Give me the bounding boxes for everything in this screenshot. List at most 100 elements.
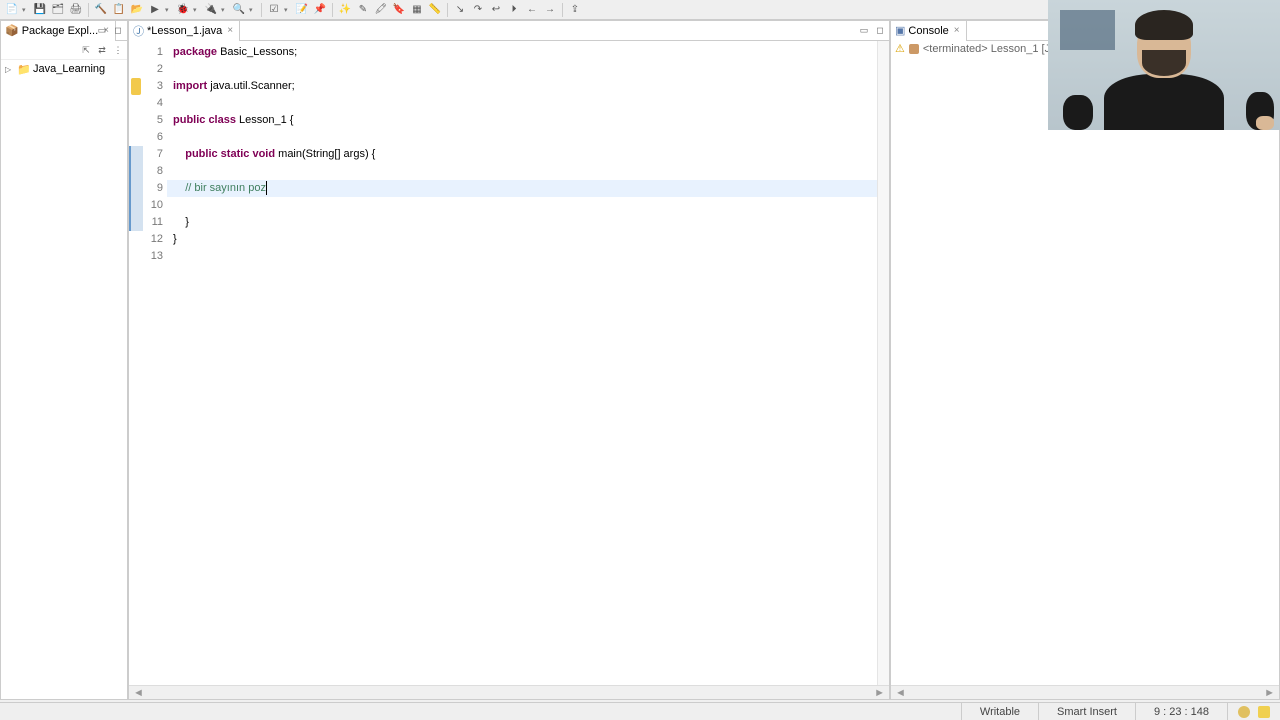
code-line[interactable] (167, 129, 877, 146)
code-line[interactable] (167, 197, 877, 214)
project-label: Java_Learning (33, 63, 105, 75)
tip-icon[interactable] (1258, 706, 1270, 718)
code-line[interactable]: public static void main(String[] args) { (167, 146, 877, 163)
webcam-overlay (1048, 0, 1280, 130)
line-number: 12 (143, 231, 167, 248)
dropdown-arrow-icon[interactable]: ▾ (221, 6, 229, 14)
ruler-button[interactable]: 📏 (427, 2, 443, 18)
share-button[interactable]: ⇪ (567, 2, 583, 18)
explorer-header: 📦 Package Expl... × ▭ ◻ (1, 21, 127, 41)
collapse-icon[interactable]: ⇱ (79, 43, 93, 57)
highlight-button[interactable]: 🖍 (373, 2, 389, 18)
maximize-icon[interactable]: ◻ (873, 24, 887, 38)
line-number: 4 (143, 95, 167, 112)
minimize-icon[interactable]: ▭ (95, 24, 109, 38)
explorer-title: Package Expl... (22, 25, 98, 37)
warn-icon: ⚠ (895, 42, 905, 55)
line-number: 8 (143, 163, 167, 180)
method-range-marker (129, 180, 143, 197)
code-line[interactable]: package Basic_Lessons; (167, 44, 877, 61)
warning-icon[interactable] (131, 78, 141, 95)
line-number: 7 (143, 146, 167, 163)
code-editor[interactable]: 12345678910111213 package Basic_Lessons;… (129, 41, 889, 685)
pin-button[interactable]: 📌 (312, 2, 328, 18)
expand-icon[interactable]: ▷ (5, 65, 15, 74)
fwd-button[interactable]: → (542, 2, 558, 18)
task-button[interactable]: 📝 (294, 2, 310, 18)
package-explorer-panel: 📦 Package Expl... × ▭ ◻ ⇱ ⇄ ⋮ ▷ 📁 Java_L… (0, 20, 128, 700)
code-line[interactable]: } (167, 214, 877, 231)
print-button[interactable]: 🖨 (68, 2, 84, 18)
console-icon: ▣ (895, 24, 905, 37)
new-button[interactable]: 📄 (4, 2, 20, 18)
close-icon[interactable]: × (952, 25, 962, 36)
status-bar: Writable Smart Insert 9 : 23 : 148 (0, 702, 1280, 720)
explorer-toolbar: ⇱ ⇄ ⋮ (1, 41, 127, 60)
step-over-button[interactable]: ↷ (470, 2, 486, 18)
line-number: 1 (143, 44, 167, 61)
line-number: 10 (143, 197, 167, 214)
dropdown-arrow-icon[interactable]: ▾ (193, 6, 201, 14)
console-title: Console (908, 25, 948, 37)
line-number: 11 (143, 214, 167, 231)
step-in-button[interactable]: ↘ (452, 2, 468, 18)
ext-button[interactable]: 🔌 (203, 2, 219, 18)
build-icon[interactable] (1238, 706, 1250, 718)
line-number: 13 (143, 248, 167, 265)
search-button[interactable]: 🔍 (231, 2, 247, 18)
horizontal-scrollbar[interactable]: ◄► (129, 685, 889, 699)
text-cursor (266, 181, 267, 195)
dropdown-arrow-icon[interactable]: ▾ (22, 6, 30, 14)
console-output[interactable] (891, 56, 1279, 685)
dropdown-arrow-icon[interactable]: ▾ (284, 6, 292, 14)
link-icon[interactable]: ⇄ (95, 43, 109, 57)
editor-header: Ⓙ *Lesson_1.java × ▭ ◻ (129, 21, 889, 41)
code-line[interactable] (167, 248, 877, 265)
step-ret-button[interactable]: ↩ (488, 2, 504, 18)
code-line[interactable]: } (167, 231, 877, 248)
method-range-marker (129, 146, 143, 163)
back-button[interactable]: ← (524, 2, 540, 18)
block-button[interactable]: ▦ (409, 2, 425, 18)
package-icon: 📦 (5, 24, 19, 37)
status-position: 9 : 23 : 148 (1135, 703, 1227, 720)
line-number: 9 (143, 180, 167, 197)
close-icon[interactable]: × (225, 25, 235, 36)
mark-button[interactable]: 🔖 (391, 2, 407, 18)
wand-button[interactable]: ✨ (337, 2, 353, 18)
line-number: 2 (143, 61, 167, 78)
project-node[interactable]: ▷ 📁 Java_Learning (3, 62, 125, 76)
code-line[interactable] (167, 61, 877, 78)
code-line[interactable] (167, 95, 877, 112)
explorer-tree: ▷ 📁 Java_Learning (1, 60, 127, 699)
build-button[interactable]: 🔨 (93, 2, 109, 18)
menu-icon[interactable]: ⋮ (111, 43, 125, 57)
console-tab[interactable]: ▣ Console × (891, 21, 967, 41)
maximize-icon[interactable]: ◻ (111, 24, 125, 38)
code-area[interactable]: package Basic_Lessons;import java.util.S… (167, 41, 877, 685)
dropdown-arrow-icon[interactable]: ▾ (165, 6, 173, 14)
code-line[interactable]: import java.util.Scanner; (167, 78, 877, 95)
toggle-button[interactable]: ☑ (266, 2, 282, 18)
method-range-marker (129, 214, 143, 231)
editor-tab-label: *Lesson_1.java (147, 25, 222, 37)
run-button[interactable]: ▶ (147, 2, 163, 18)
resume-button[interactable]: ⏵ (506, 2, 522, 18)
code-line[interactable]: // bir sayının poz (167, 180, 877, 197)
dropdown-arrow-icon[interactable]: ▾ (249, 6, 257, 14)
line-number: 3 (143, 78, 167, 95)
code-line[interactable] (167, 163, 877, 180)
line-gutter: 12345678910111213 (143, 41, 167, 685)
status-writable: Writable (961, 703, 1038, 720)
minimize-icon[interactable]: ▭ (857, 24, 871, 38)
debug-button[interactable]: 🐞 (175, 2, 191, 18)
editor-panel: Ⓙ *Lesson_1.java × ▭ ◻ 12345678910111213… (128, 20, 890, 700)
open-button[interactable]: 📂 (129, 2, 145, 18)
editor-tab[interactable]: Ⓙ *Lesson_1.java × (129, 21, 240, 41)
project-button[interactable]: 📋 (111, 2, 127, 18)
format-button[interactable]: ✎ (355, 2, 371, 18)
horizontal-scrollbar[interactable]: ◄► (891, 685, 1279, 699)
code-line[interactable]: public class Lesson_1 { (167, 112, 877, 129)
save-button[interactable]: 💾 (32, 2, 48, 18)
save-all-button[interactable]: 🗂 (50, 2, 66, 18)
